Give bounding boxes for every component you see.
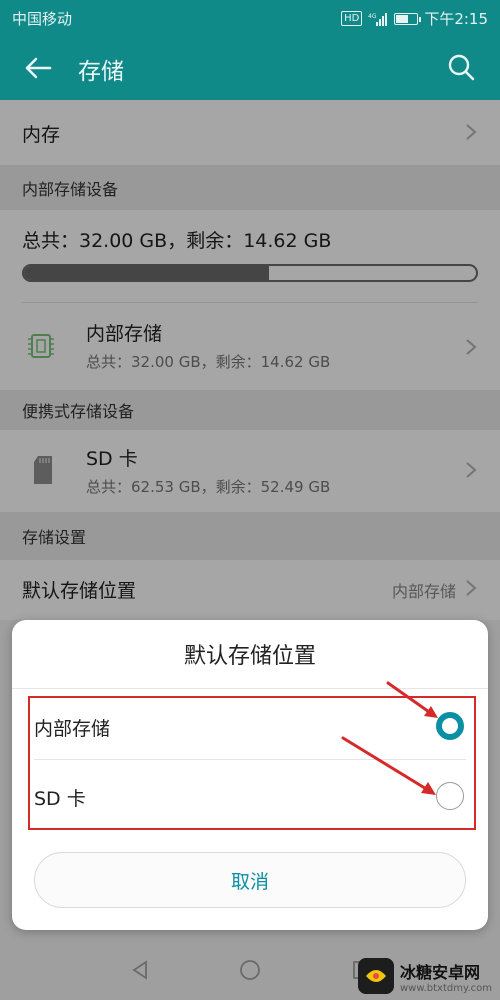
watermark-text: 冰糖安卓网	[399, 962, 480, 982]
back-triangle-icon[interactable]	[128, 958, 152, 982]
watermark-url: www.btxtdmy.com	[399, 982, 492, 994]
carrier-name: 中国移动	[12, 10, 73, 28]
default-location-dialog: 默认存储位置 内部存储 SD 卡 取消	[12, 620, 488, 930]
watermark-logo-icon	[357, 958, 394, 994]
battery-icon	[394, 12, 422, 25]
home-circle-icon[interactable]	[238, 958, 262, 982]
annotation-highlight-box	[28, 696, 476, 830]
status-icons: HD 4G 下午2:15	[341, 8, 488, 29]
page-title: 存储	[78, 59, 124, 85]
cancel-button[interactable]: 取消	[34, 852, 466, 908]
arrow-left-icon[interactable]	[22, 52, 54, 84]
dialog-separator	[12, 688, 488, 689]
status-bar: 中国移动 HD 4G 下午2:15	[0, 0, 500, 36]
dialog-title: 默认存储位置	[183, 644, 316, 669]
search-icon[interactable]	[446, 52, 476, 82]
signal-icon: 4G	[368, 12, 388, 26]
clock: 下午2:15	[424, 10, 488, 28]
app-bar: 存储	[0, 36, 500, 100]
hd-badge: HD	[341, 11, 363, 26]
network-type: 4G	[368, 13, 377, 20]
watermark: 冰糖安卓网 www.btxtdmy.com	[357, 958, 492, 994]
